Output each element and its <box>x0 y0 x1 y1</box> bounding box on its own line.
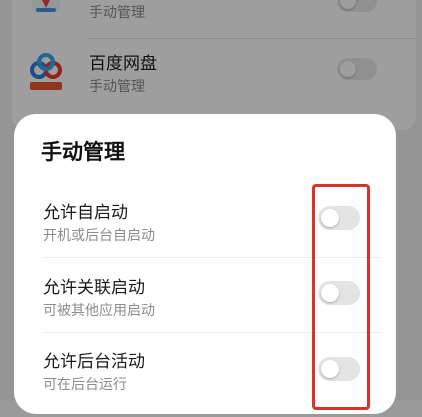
toggle-knob <box>321 284 339 302</box>
option-associated-launch-subtitle: 可被其他应用启动 <box>43 303 155 319</box>
option-background-activity-subtitle: 可在后台运行 <box>43 377 127 393</box>
option-associated-launch-title: 允许关联启动 <box>43 278 145 298</box>
manual-management-dialog: 手动管理 允许自启动 开机或后台自启动 允许关联启动 可被其他应用启动 允许后台… <box>14 114 396 414</box>
option-divider <box>43 332 381 333</box>
background-activity-toggle[interactable] <box>318 357 360 381</box>
option-background-activity[interactable]: 允许后台活动 可在后台运行 <box>14 347 396 417</box>
toggle-knob <box>321 209 339 227</box>
option-auto-launch-subtitle: 开机或后台自启动 <box>43 228 155 244</box>
option-divider <box>43 257 381 258</box>
toggle-knob <box>321 360 339 378</box>
dialog-title: 手动管理 <box>41 140 125 164</box>
associated-launch-toggle[interactable] <box>318 281 360 305</box>
option-background-activity-title: 允许后台活动 <box>43 352 145 372</box>
option-auto-launch-title: 允许自启动 <box>43 203 128 223</box>
auto-launch-toggle[interactable] <box>318 206 360 230</box>
